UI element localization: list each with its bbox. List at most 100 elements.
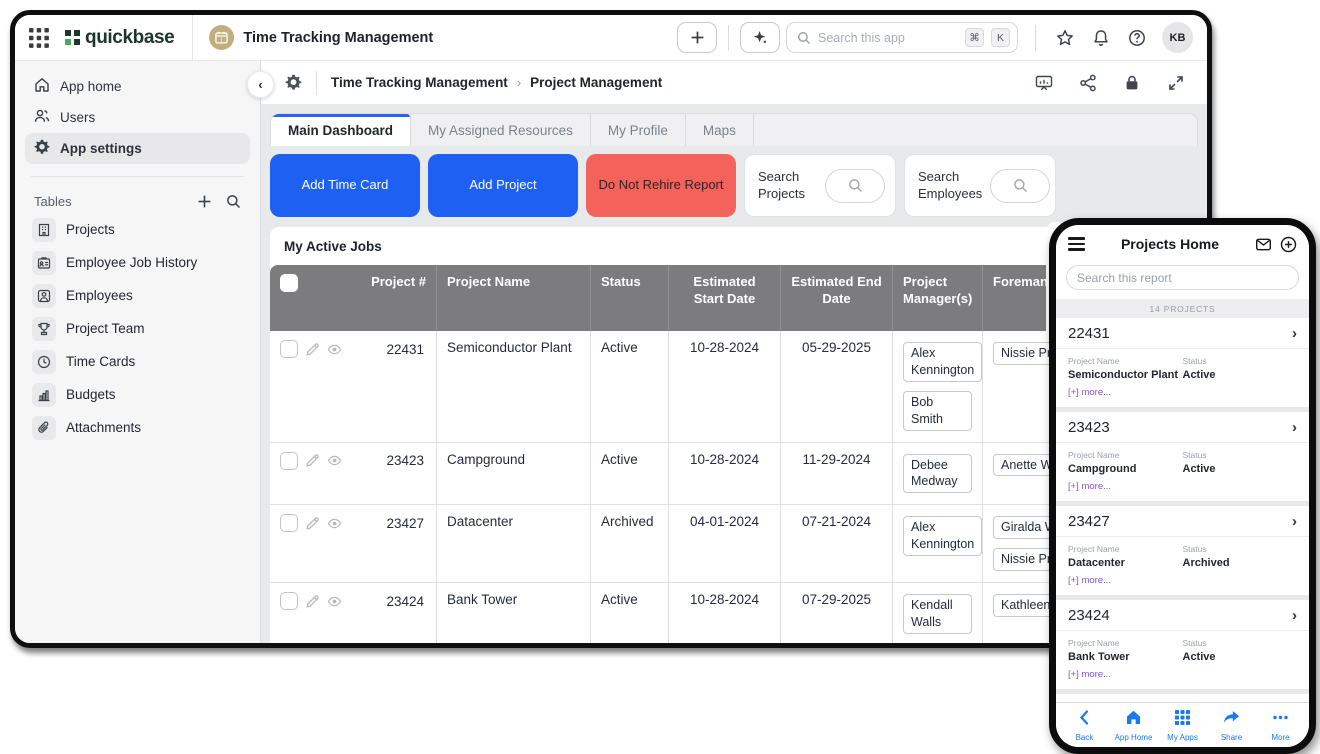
chevron-right-icon[interactable]: › bbox=[1292, 419, 1297, 436]
manager-chip[interactable]: Kendall Walls bbox=[903, 594, 972, 634]
edit-pencil-icon[interactable] bbox=[305, 594, 320, 609]
more-fields-link[interactable]: [+] more... bbox=[1056, 666, 1309, 689]
mobile-nav-back[interactable]: Back bbox=[1062, 709, 1108, 742]
more-fields-link[interactable]: [+] more... bbox=[1056, 478, 1309, 501]
column-header-project-[interactable]: Project # bbox=[270, 265, 437, 331]
column-header-estimated-start-date[interactable]: Estimated Start Date bbox=[669, 265, 781, 331]
project-number[interactable]: 23423 bbox=[349, 453, 426, 468]
table-item-projects[interactable]: Projects bbox=[25, 213, 250, 246]
view-eye-icon[interactable] bbox=[327, 516, 342, 531]
column-header-project-name[interactable]: Project Name bbox=[437, 265, 591, 331]
share-icon[interactable] bbox=[1079, 74, 1097, 92]
mobile-record-header[interactable]: 23423› bbox=[1056, 412, 1309, 443]
tab-main-dashboard[interactable]: Main Dashboard bbox=[271, 114, 411, 146]
manager-chip[interactable]: Bob Smith bbox=[903, 391, 972, 431]
add-table-icon[interactable] bbox=[197, 194, 212, 209]
table-item-time-cards[interactable]: Time Cards bbox=[25, 345, 250, 378]
row-checkbox[interactable] bbox=[280, 340, 298, 358]
view-eye-icon[interactable] bbox=[327, 342, 342, 357]
search-employees-input[interactable] bbox=[990, 169, 1050, 203]
quickbase-logo[interactable]: quickbase bbox=[65, 27, 174, 49]
user-avatar[interactable]: KB bbox=[1162, 22, 1193, 53]
do-not-rehire-report-button[interactable]: Do Not Rehire Report bbox=[586, 154, 736, 217]
row-checkbox[interactable] bbox=[280, 592, 298, 610]
edit-pencil-icon[interactable] bbox=[305, 453, 320, 468]
ai-sparkle-button[interactable] bbox=[740, 22, 780, 53]
chevron-right-icon[interactable]: › bbox=[1292, 513, 1297, 530]
table-item-project-team[interactable]: Project Team bbox=[25, 312, 250, 345]
mobile-record-header[interactable]: 22431› bbox=[1056, 318, 1309, 349]
manager-chip[interactable]: Alex Kennington bbox=[903, 342, 982, 382]
search-employees-card[interactable]: Search Employees bbox=[904, 154, 1056, 217]
search-tables-icon[interactable] bbox=[226, 194, 241, 209]
help-icon[interactable] bbox=[1128, 29, 1146, 47]
project-number[interactable]: 23424 bbox=[349, 594, 426, 609]
chevron-right-icon[interactable]: › bbox=[1292, 325, 1297, 342]
row-checkbox[interactable] bbox=[280, 514, 298, 532]
mobile-record-card[interactable]: 23427›Project NameDatacenterStatusArchiv… bbox=[1056, 506, 1309, 595]
view-eye-icon[interactable] bbox=[327, 453, 342, 468]
lock-icon[interactable] bbox=[1123, 74, 1141, 92]
mobile-record-header[interactable]: 23424› bbox=[1056, 600, 1309, 631]
chevron-right-icon[interactable]: › bbox=[1292, 607, 1297, 624]
table-item-employee-job-history[interactable]: Employee Job History bbox=[25, 246, 250, 279]
sidebar-item-app-home[interactable]: App home bbox=[25, 71, 250, 102]
sidebar-item-app-settings[interactable]: App settings bbox=[25, 133, 250, 164]
mobile-record-card[interactable]: 22431›Project NameSemiconductor PlantSta… bbox=[1056, 318, 1309, 407]
tab-my-assigned-resources[interactable]: My Assigned Resources bbox=[411, 114, 591, 146]
row-checkbox[interactable] bbox=[280, 452, 298, 470]
view-eye-icon[interactable] bbox=[327, 594, 342, 609]
email-report-icon[interactable] bbox=[1255, 236, 1272, 253]
notifications-bell-icon[interactable] bbox=[1092, 29, 1110, 47]
person-icon bbox=[32, 284, 56, 308]
mobile-nav-label: App Home bbox=[1115, 733, 1153, 742]
column-header-estimated-end-date[interactable]: Estimated End Date bbox=[781, 265, 893, 331]
mobile-search-input[interactable] bbox=[1077, 271, 1288, 285]
app-search-input[interactable] bbox=[818, 31, 958, 45]
app-search-box[interactable]: ⌘ K bbox=[786, 22, 1018, 53]
project-number[interactable]: 22431 bbox=[349, 342, 426, 357]
favorite-star-icon[interactable] bbox=[1056, 29, 1074, 47]
mobile-nav-share[interactable]: Share bbox=[1209, 709, 1255, 742]
mobile-record-card[interactable]: 23424›Project NameBank TowerStatusActive… bbox=[1056, 600, 1309, 689]
app-switcher-waffle-icon[interactable] bbox=[29, 28, 49, 48]
expand-fullscreen-icon[interactable] bbox=[1167, 74, 1185, 92]
mobile-search-box[interactable] bbox=[1066, 265, 1299, 290]
column-header-status[interactable]: Status bbox=[591, 265, 669, 331]
search-projects-input[interactable] bbox=[825, 169, 885, 203]
new-item-button[interactable] bbox=[677, 22, 717, 53]
edit-pencil-icon[interactable] bbox=[305, 342, 320, 357]
search-projects-card[interactable]: Search Projects bbox=[744, 154, 896, 217]
project-number[interactable]: 23427 bbox=[349, 516, 426, 531]
table-item-employees[interactable]: Employees bbox=[25, 279, 250, 312]
managers-cell: Alex Kennington bbox=[903, 514, 972, 558]
column-header-project-manager-s-[interactable]: Project Manager(s) bbox=[893, 265, 983, 331]
manager-chip[interactable]: Debee Medway bbox=[903, 454, 972, 494]
page-settings-gear-icon[interactable] bbox=[285, 74, 302, 91]
tab-my-profile[interactable]: My Profile bbox=[591, 114, 686, 146]
mobile-record-header[interactable]: 23427› bbox=[1056, 506, 1309, 537]
add-project-button[interactable]: Add Project bbox=[428, 154, 578, 217]
mobile-record-card[interactable]: 23423›Project NameCampgroundStatusActive… bbox=[1056, 412, 1309, 501]
mobile-nav-app-home[interactable]: App Home bbox=[1111, 709, 1157, 742]
manager-chip[interactable]: Alex Kennington bbox=[903, 516, 982, 556]
search-icon bbox=[848, 178, 863, 193]
select-all-checkbox[interactable] bbox=[280, 274, 298, 292]
search-employees-label: Search Employees bbox=[918, 169, 982, 202]
mobile-nav-more[interactable]: More bbox=[1258, 709, 1304, 742]
sidebar-item-users[interactable]: Users bbox=[25, 102, 250, 133]
table-item-attachments[interactable]: Attachments bbox=[25, 411, 250, 444]
more-fields-link[interactable]: [+] more... bbox=[1056, 384, 1309, 407]
add-record-icon[interactable] bbox=[1280, 236, 1297, 253]
mobile-nav-my-apps[interactable]: My Apps bbox=[1160, 709, 1206, 742]
presentation-mode-icon[interactable] bbox=[1035, 74, 1053, 92]
add-time-card-button[interactable]: Add Time Card bbox=[270, 154, 420, 217]
more-fields-link[interactable]: [+] more... bbox=[1056, 572, 1309, 595]
sidebar-collapse-button[interactable]: ‹ bbox=[247, 71, 274, 98]
hamburger-menu-icon[interactable] bbox=[1068, 237, 1085, 251]
tab-maps[interactable]: Maps bbox=[686, 114, 754, 146]
edit-pencil-icon[interactable] bbox=[305, 516, 320, 531]
table-item-budgets[interactable]: Budgets bbox=[25, 378, 250, 411]
breadcrumb-parent[interactable]: Time Tracking Management bbox=[331, 75, 508, 90]
end-date-cell: 11-29-2024 bbox=[781, 443, 893, 506]
